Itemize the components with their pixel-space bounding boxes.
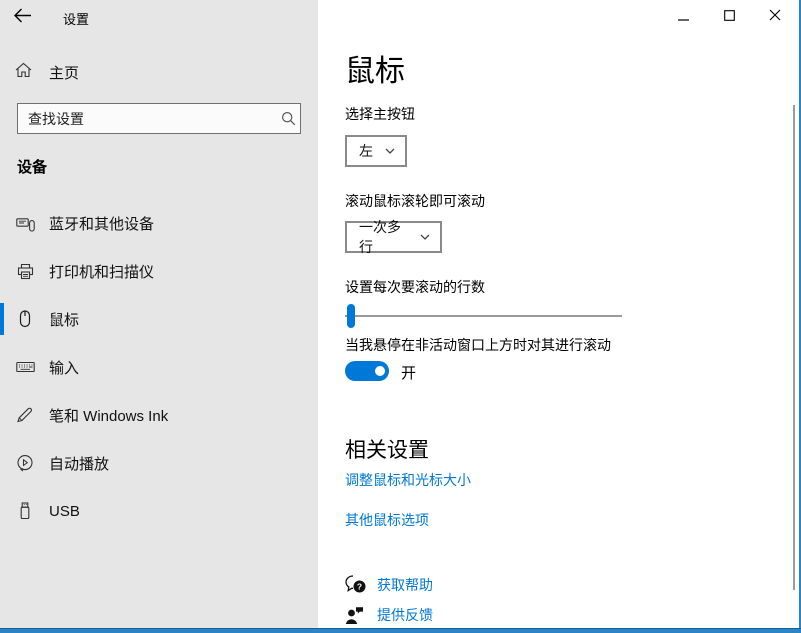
scroll-wheel-dropdown[interactable]: 一次多行 [345, 221, 442, 253]
close-icon [769, 9, 781, 24]
scroll-lines-label: 设置每次要滚动的行数 [345, 277, 485, 297]
settings-window: 设置 主页 设备 蓝牙和其他设备 打印机和扫描仪 [0, 0, 801, 633]
vertical-scrollbar[interactable] [793, 105, 795, 590]
sidebar-item-printers-scanners[interactable]: 打印机和扫描仪 [0, 251, 318, 291]
minimize-button[interactable] [660, 0, 706, 32]
keyboard-icon [15, 357, 35, 377]
related-settings-heading: 相关设置 [345, 434, 429, 464]
scroll-lines-slider-thumb[interactable] [347, 304, 355, 328]
mouse-icon [15, 309, 35, 329]
chevron-down-icon [420, 234, 430, 240]
additional-mouse-options-link[interactable]: 其他鼠标选项 [345, 510, 429, 530]
usb-icon [15, 501, 35, 521]
back-button[interactable] [13, 7, 35, 25]
home-icon [15, 62, 35, 83]
sidebar-item-autoplay[interactable]: 自动播放 [0, 443, 318, 483]
toggle-state-text: 开 [401, 362, 416, 383]
sidebar-item-usb[interactable]: USB [0, 491, 318, 531]
autoplay-icon [15, 453, 35, 473]
feedback-icon [345, 606, 369, 625]
inactive-windows-label: 当我悬停在非活动窗口上方时对其进行滚动 [345, 335, 611, 355]
scroll-wheel-label: 滚动鼠标滚轮即可滚动 [345, 191, 485, 211]
sidebar-item-label: 笔和 Windows Ink [49, 405, 168, 426]
sidebar-item-pen-windows-ink[interactable]: 笔和 Windows Ink [0, 395, 318, 435]
sidebar-item-label: 打印机和扫描仪 [49, 261, 154, 282]
sidebar-item-label: 自动播放 [49, 453, 109, 474]
sidebar-item-home[interactable]: 主页 [0, 52, 318, 92]
search-icon[interactable] [276, 111, 300, 126]
primary-button-dropdown[interactable]: 左 [345, 135, 407, 167]
sidebar-section-header: 设备 [17, 156, 47, 177]
adjust-mouse-cursor-size-link[interactable]: 调整鼠标和光标大小 [345, 470, 471, 490]
maximize-icon [724, 9, 735, 24]
give-feedback-label: 提供反馈 [377, 605, 433, 625]
maximize-button[interactable] [706, 0, 752, 32]
scroll-lines-slider-track[interactable] [345, 315, 622, 317]
get-help-link[interactable]: ? 获取帮助 [345, 575, 433, 595]
dropdown-value: 一次多行 [359, 217, 408, 257]
sidebar-item-label: 鼠标 [49, 309, 79, 330]
toggle-knob [375, 366, 385, 376]
give-feedback-link[interactable]: 提供反馈 [345, 605, 433, 625]
sidebar-item-bluetooth-devices[interactable]: 蓝牙和其他设备 [0, 203, 318, 243]
svg-text:?: ? [357, 581, 362, 591]
help-icon: ? [345, 575, 369, 595]
dropdown-value: 左 [359, 141, 373, 161]
sidebar-item-mouse[interactable]: 鼠标 [0, 299, 318, 339]
page-title: 鼠标 [345, 46, 405, 90]
sidebar-item-label: 输入 [49, 357, 79, 378]
devices-icon [15, 213, 35, 233]
chevron-down-icon [385, 148, 395, 154]
minimize-icon [678, 9, 689, 24]
sidebar: 设置 主页 设备 蓝牙和其他设备 打印机和扫描仪 [0, 0, 318, 628]
sidebar-item-label: 主页 [49, 62, 79, 83]
primary-button-label: 选择主按钮 [345, 104, 415, 124]
taskbar-edge[interactable] [0, 628, 801, 633]
get-help-label: 获取帮助 [377, 575, 433, 595]
inactive-windows-toggle[interactable] [345, 361, 389, 381]
close-button[interactable] [752, 0, 798, 32]
sidebar-item-label: USB [49, 503, 80, 520]
pen-icon [15, 405, 35, 425]
back-arrow-icon [13, 11, 33, 28]
app-title: 设置 [63, 9, 89, 28]
main-content: 鼠标 选择主按钮 左 滚动鼠标滚轮即可滚动 一次多行 设置每次要滚动的行数 当我… [318, 0, 799, 628]
sidebar-item-label: 蓝牙和其他设备 [49, 213, 154, 234]
sidebar-item-typing[interactable]: 输入 [0, 347, 318, 387]
printer-icon [15, 261, 35, 281]
window-controls [660, 0, 798, 32]
search-box [17, 103, 301, 134]
search-input[interactable] [18, 111, 276, 127]
